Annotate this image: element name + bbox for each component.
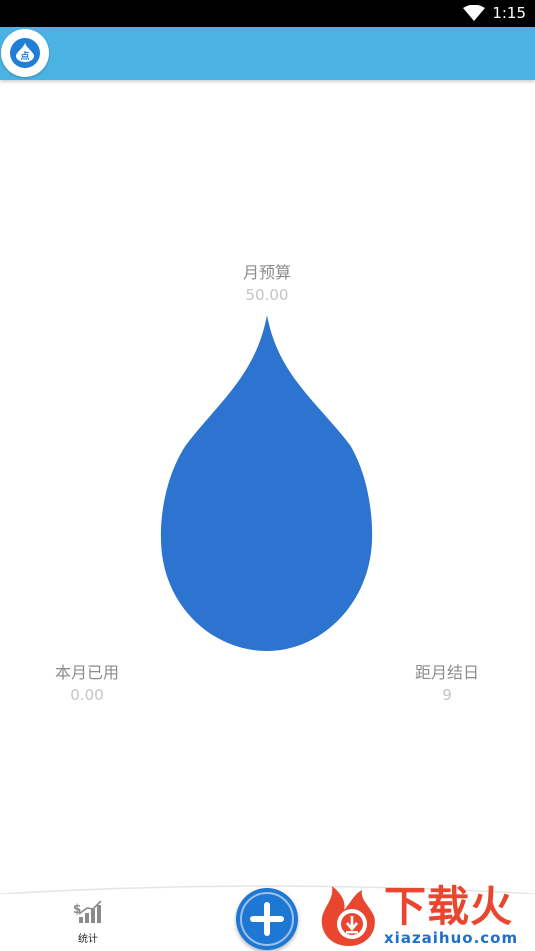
status-time: 1:15	[492, 4, 526, 22]
logo-badge: 点	[10, 38, 40, 68]
stats-chart-icon: $	[73, 900, 102, 923]
watermark-subtitle: xiazaihuo.com	[384, 929, 519, 947]
add-button[interactable]	[236, 888, 298, 950]
used-value: 0.00	[70, 686, 104, 704]
days-value: 9	[442, 686, 452, 704]
site-watermark: 下载火 xiazaihuo.com	[316, 880, 535, 951]
stats-label: 统计	[78, 934, 98, 945]
budget-label: 月预算	[242, 263, 291, 282]
plus-icon-vertical	[264, 902, 270, 936]
budget-water-drop[interactable]	[160, 315, 376, 653]
water-drop-shape	[160, 315, 373, 651]
flame-logo-icon	[321, 886, 375, 946]
budget-value: 50.00	[245, 286, 289, 304]
days-label: 距月结日	[414, 663, 479, 682]
logo-char: 点	[20, 52, 30, 62]
monthly-used[interactable]: 本月已用 0.00	[17, 663, 157, 705]
nav-stats[interactable]: $ 统计	[60, 900, 116, 945]
used-label: 本月已用	[54, 663, 119, 682]
monthly-budget[interactable]: 月预算 50.00	[197, 263, 337, 305]
watermark-title: 下载火	[384, 882, 514, 931]
days-to-month-end[interactable]: 距月结日 9	[377, 663, 517, 705]
wifi-icon	[463, 5, 485, 21]
status-bar: 1:15	[0, 0, 535, 27]
app-logo[interactable]: 点	[1, 29, 49, 77]
app-bar	[0, 27, 535, 80]
